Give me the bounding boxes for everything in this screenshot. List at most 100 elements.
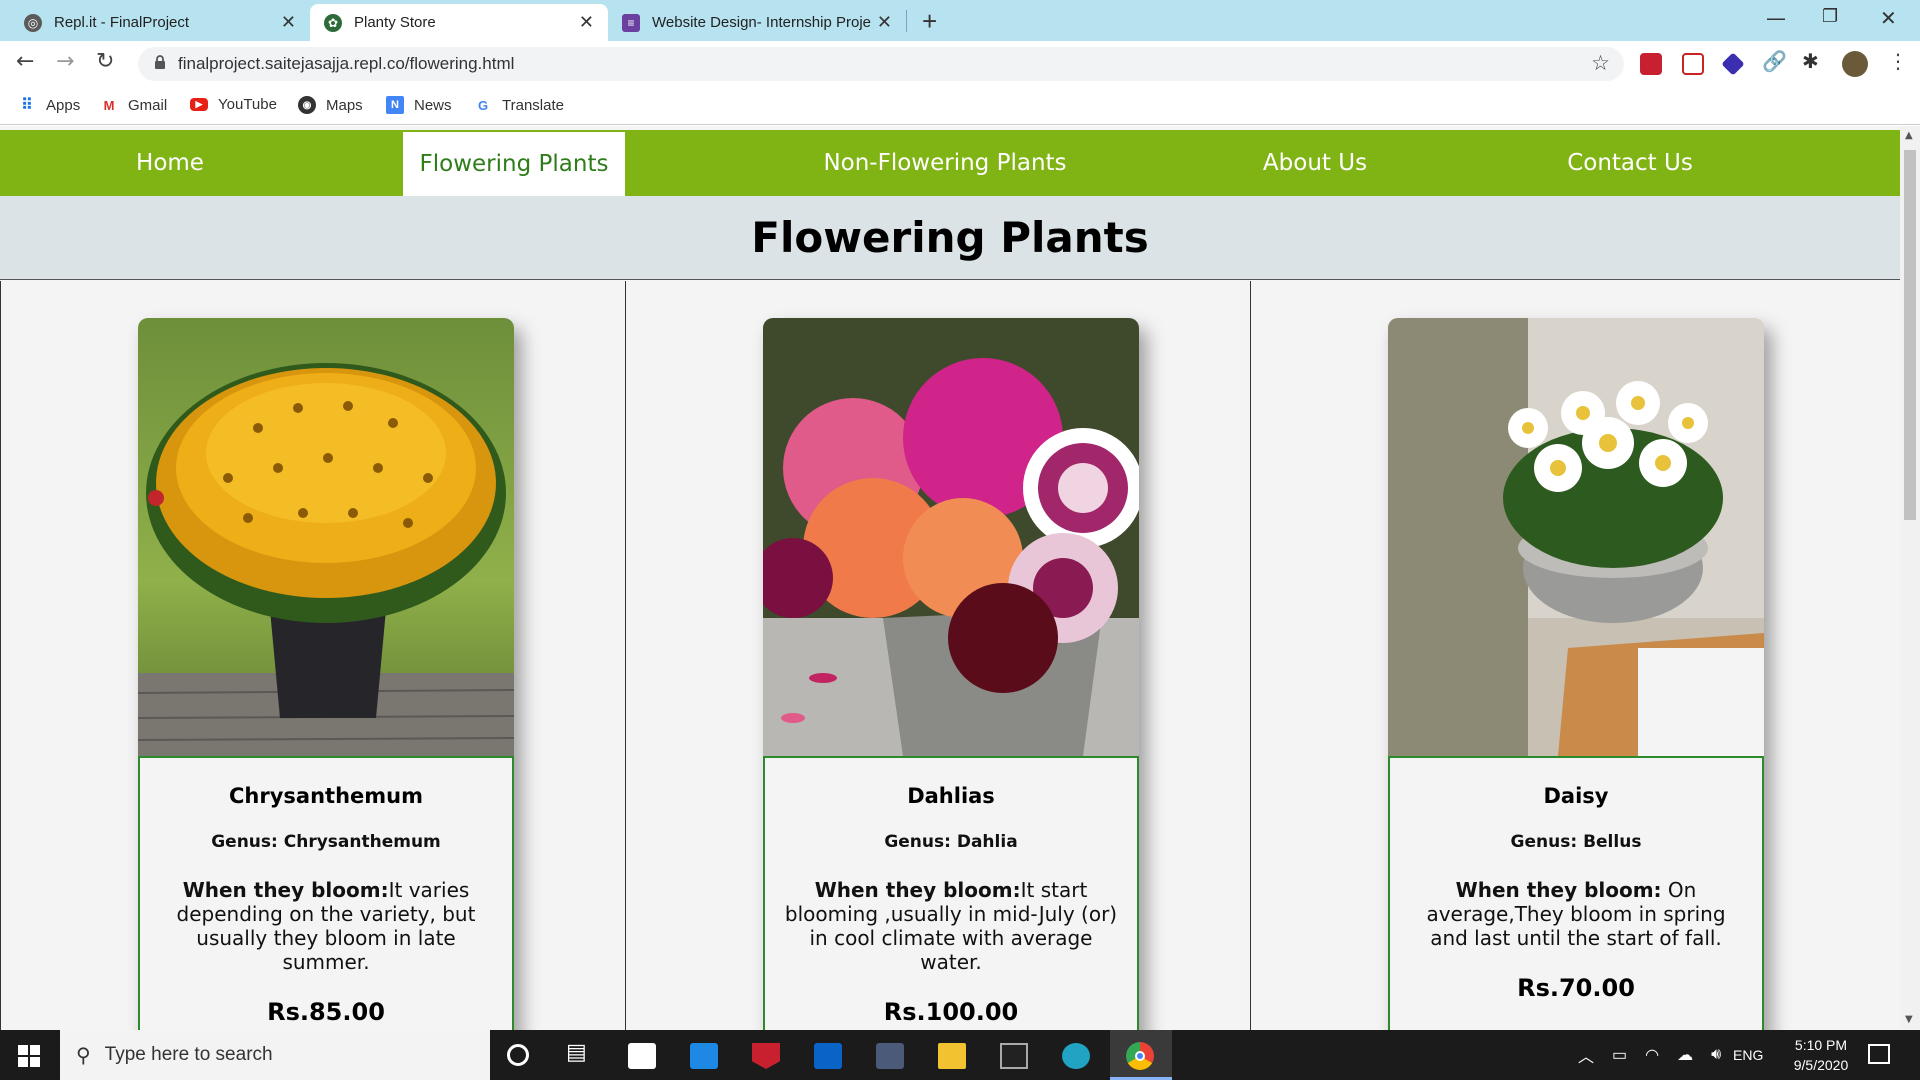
chrome-icon-center: [1135, 1051, 1145, 1061]
bloom-label: When they bloom:: [182, 878, 389, 902]
task-view-icon[interactable]: ▤: [566, 1040, 594, 1066]
file-explorer-icon[interactable]: [938, 1043, 966, 1069]
volume-icon[interactable]: 🔊︎: [1711, 1046, 1721, 1064]
tray-overflow-icon[interactable]: ︿: [1578, 1043, 1594, 1067]
tab-planty-store[interactable]: ✿ Planty Store ✕: [310, 4, 608, 41]
windows-taskbar: ⚲ Type here to search ▤ ︿ ▭ ◠ ☁ 🔊︎ ENG 5…: [0, 1030, 1920, 1080]
bookmark-news[interactable]: N News: [386, 96, 452, 114]
bookmark-youtube[interactable]: ▶ YouTube: [190, 96, 277, 113]
windows-start-icon[interactable]: [18, 1045, 40, 1067]
address-bar[interactable]: finalproject.saitejasajja.repl.co/flower…: [138, 47, 1624, 81]
taskbar-search-box[interactable]: ⚲ Type here to search: [60, 1030, 490, 1080]
app-icon[interactable]: [876, 1043, 904, 1069]
search-placeholder: Type here to search: [104, 1044, 273, 1065]
extension-link-icon[interactable]: 🔗: [1762, 49, 1787, 73]
forms-icon: ≡: [622, 13, 640, 32]
reload-icon[interactable]: ↻: [96, 49, 114, 74]
product-genus: Genus: Dahlia: [884, 832, 1018, 852]
product-card-dahlias[interactable]: Dahlias Genus: Dahlia When they bloom:It…: [763, 318, 1139, 1030]
scrollbar-thumb[interactable]: [1904, 150, 1916, 520]
tab-separator: [906, 10, 907, 32]
clock-date: 9/5/2020: [1793, 1057, 1849, 1073]
restore-icon[interactable]: ❐: [1822, 6, 1838, 27]
extension-diamond-icon[interactable]: [1721, 52, 1745, 76]
url-text[interactable]: finalproject.saitejasajja.repl.co/flower…: [178, 54, 514, 74]
planty-icon: ✿: [324, 13, 342, 32]
window-close-icon[interactable]: ✕: [1880, 6, 1897, 30]
bookmark-maps[interactable]: ◉ Maps: [298, 96, 363, 114]
clock[interactable]: 5:10 PM 9/5/2020: [1776, 1030, 1866, 1080]
clock-time: 5:10 PM: [1794, 1037, 1848, 1053]
page-viewport: Home Flowering Plants Non-Flowering Plan…: [0, 126, 1900, 1030]
close-icon[interactable]: ✕: [877, 12, 892, 33]
scroll-down-icon[interactable]: ▼: [1905, 1014, 1913, 1025]
product-card-daisy[interactable]: Daisy Genus: Bellus When they bloom: On …: [1388, 318, 1764, 1030]
extensions-puzzle-icon[interactable]: ✱: [1802, 49, 1824, 73]
tab-label: Planty Store: [354, 14, 436, 31]
product-image-dahlias: [763, 318, 1139, 756]
battery-icon[interactable]: ▭: [1612, 1045, 1627, 1065]
mail-icon[interactable]: [690, 1043, 718, 1069]
outlook-icon[interactable]: [814, 1043, 842, 1069]
nav-non-flowering-plants[interactable]: Non-Flowering Plants: [760, 130, 1130, 196]
profile-avatar[interactable]: [1842, 51, 1868, 77]
maps-icon: ◉: [298, 96, 316, 114]
edge-icon[interactable]: [1062, 1043, 1090, 1069]
bookmark-star-icon[interactable]: ☆: [1591, 51, 1610, 75]
scroll-up-icon[interactable]: ▲: [1905, 130, 1913, 141]
back-icon[interactable]: ←: [16, 49, 34, 74]
product-card-chrysanthemum[interactable]: Chrysanthemum Genus: Chrysanthemum When …: [138, 318, 514, 1030]
bookmark-gmail[interactable]: M Gmail: [100, 96, 168, 114]
mcafee-icon[interactable]: [752, 1043, 780, 1069]
nav-home[interactable]: Home: [0, 130, 340, 196]
onedrive-icon[interactable]: ☁: [1677, 1045, 1693, 1065]
tab-website-design[interactable]: ≡ Website Design- Internship Proje ✕: [608, 4, 906, 41]
bookmarks-bar: ⠿ Apps M Gmail ▶ YouTube ◉ Maps N News G…: [0, 87, 1920, 125]
product-bloom: When they bloom: On average,They bloom i…: [1408, 878, 1744, 950]
page-title: Flowering Plants: [751, 213, 1149, 262]
bookmark-label: Gmail: [128, 96, 168, 114]
bookmark-apps[interactable]: ⠿ Apps: [18, 96, 80, 115]
product-info: Daisy Genus: Bellus When they bloom: On …: [1388, 756, 1764, 1030]
cortana-icon[interactable]: [507, 1044, 529, 1066]
nav-contact-us[interactable]: Contact Us: [1500, 130, 1760, 196]
menu-kebab-icon[interactable]: ⋮: [1888, 49, 1908, 73]
tab-replit[interactable]: ◎ Repl.it - FinalProject ✕: [10, 4, 310, 41]
wifi-icon[interactable]: ◠: [1645, 1045, 1659, 1065]
news-icon: N: [386, 96, 404, 114]
minimize-icon[interactable]: —: [1766, 6, 1786, 30]
notification-icon[interactable]: [1868, 1044, 1890, 1064]
browser-tab-bar: ◎ Repl.it - FinalProject ✕ ✿ Planty Stor…: [0, 0, 1920, 41]
product-genus: Genus: Chrysanthemum: [211, 832, 441, 852]
translate-icon: G: [477, 97, 489, 113]
tab-label: Website Design- Internship Proje: [652, 14, 871, 31]
bookmark-translate[interactable]: G Translate: [474, 96, 564, 114]
chrome-taskbar-button[interactable]: [1110, 1030, 1172, 1080]
language-indicator[interactable]: ENG: [1733, 1030, 1763, 1080]
browser-toolbar: ← → ↻ finalproject.saitejasajja.repl.co/…: [0, 41, 1920, 87]
product-bloom: When they bloom:It start blooming ,usual…: [783, 878, 1119, 974]
bloom-label: When they bloom:: [814, 878, 1021, 902]
product-image-chrysanthemum: [138, 318, 514, 756]
new-tab-icon[interactable]: +: [922, 6, 937, 37]
extension-mcafee-icon[interactable]: [1640, 53, 1662, 75]
store-icon[interactable]: [628, 1043, 656, 1069]
close-icon[interactable]: ✕: [281, 12, 296, 33]
page-scrollbar[interactable]: ▲ ▼: [1900, 126, 1920, 1030]
bookmark-label: YouTube: [218, 96, 277, 113]
apps-icon: ⠿: [21, 97, 33, 114]
extension-pocket-icon[interactable]: [1682, 53, 1704, 75]
forward-icon[interactable]: →: [56, 49, 74, 74]
terminal-icon[interactable]: [1000, 1043, 1028, 1069]
nav-about-us[interactable]: About Us: [1190, 130, 1440, 196]
bloom-label: When they bloom:: [1455, 878, 1662, 902]
gmail-icon: M: [103, 97, 115, 113]
product-image-daisy: [1388, 318, 1764, 756]
page-header: Flowering Plants: [0, 196, 1900, 280]
product-info: Dahlias Genus: Dahlia When they bloom:It…: [763, 756, 1139, 1030]
system-tray: ︿ ▭ ◠ ☁ 🔊︎: [1578, 1030, 1721, 1080]
nav-flowering-plants[interactable]: Flowering Plants: [403, 132, 625, 196]
product-price: Rs.70.00: [1517, 974, 1635, 1002]
close-icon[interactable]: ✕: [579, 12, 594, 33]
site-nav: Home Flowering Plants Non-Flowering Plan…: [0, 130, 1900, 196]
